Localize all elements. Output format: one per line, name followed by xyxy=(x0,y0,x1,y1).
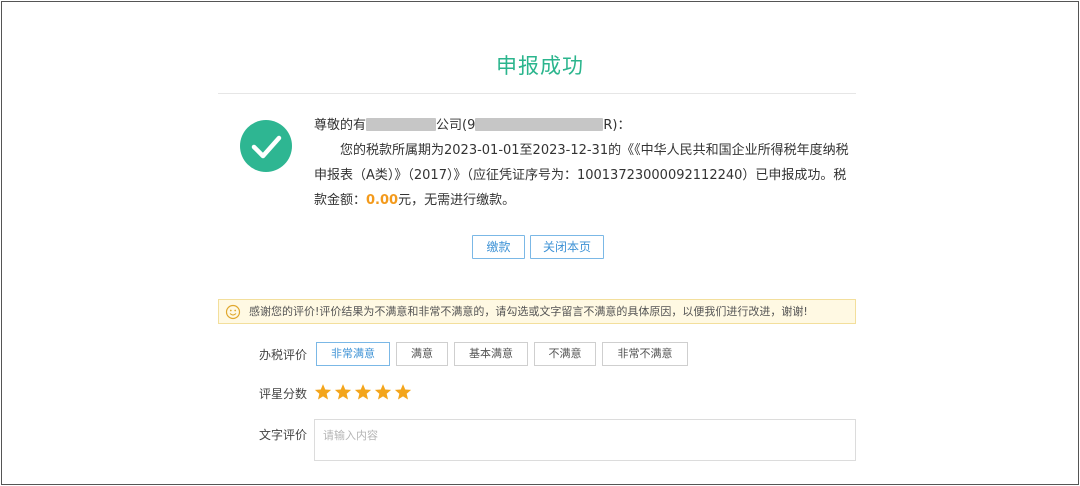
redacted-taxid xyxy=(475,118,604,131)
greeting-line: 尊敬的有 公司(9 R)： xyxy=(314,113,859,138)
taxid-suffix: R)： xyxy=(603,118,631,133)
star-icon[interactable] xyxy=(314,383,332,401)
redacted-company-name xyxy=(366,118,437,131)
title-divider xyxy=(218,93,856,94)
rating-option-dissatisfied[interactable]: 不满意 xyxy=(534,342,596,366)
star-icon[interactable] xyxy=(334,383,352,401)
close-page-button[interactable]: 关闭本页 xyxy=(530,235,604,259)
company-name-visible: 有 xyxy=(353,118,367,133)
score-label: 评星分数 xyxy=(258,387,307,401)
tax-amount: 0.00 xyxy=(366,193,399,208)
success-message: 尊敬的有 公司(9 R)： 您的税款所属期为2023-01-01至2023-12-3… xyxy=(314,113,859,213)
greeting-prefix: 尊敬的 xyxy=(314,118,354,133)
rating-option-satisfied[interactable]: 满意 xyxy=(396,342,448,366)
taxid-prefix: (9 xyxy=(462,118,476,133)
company-suffix: 公司 xyxy=(436,118,463,133)
page-title: 申报成功 xyxy=(496,54,584,78)
star-icon[interactable] xyxy=(394,383,412,401)
success-check-icon xyxy=(240,120,292,172)
declaration-detail: 您的税款所属期为2023-01-01至2023-12-31的《《中华人民共和国企… xyxy=(314,138,859,213)
star-icon[interactable] xyxy=(354,383,372,401)
rating-option-basically-satisfied[interactable]: 基本满意 xyxy=(454,342,528,366)
notice-text: 感谢您的评价!评价结果为不满意和非常不满意的，请勾选或文字留言不满意的具体原因，… xyxy=(249,305,808,318)
smile-icon xyxy=(225,304,241,328)
star-icon[interactable] xyxy=(374,383,392,401)
pay-button[interactable]: 缴款 xyxy=(472,235,525,259)
rating-label: 办税评价 xyxy=(258,348,307,362)
declaration-tail: 元，无需进行缴款。 xyxy=(398,193,516,208)
comment-textarea[interactable]: 请输入内容 xyxy=(314,419,856,461)
rating-option-very-satisfied[interactable]: 非常满意 xyxy=(316,342,390,366)
rating-option-very-dissatisfied[interactable]: 非常不满意 xyxy=(602,342,688,366)
comment-label: 文字评价 xyxy=(258,428,307,442)
evaluation-notice: 感谢您的评价!评价结果为不满意和非常不满意的，请勾选或文字留言不满意的具体原因，… xyxy=(218,299,856,324)
